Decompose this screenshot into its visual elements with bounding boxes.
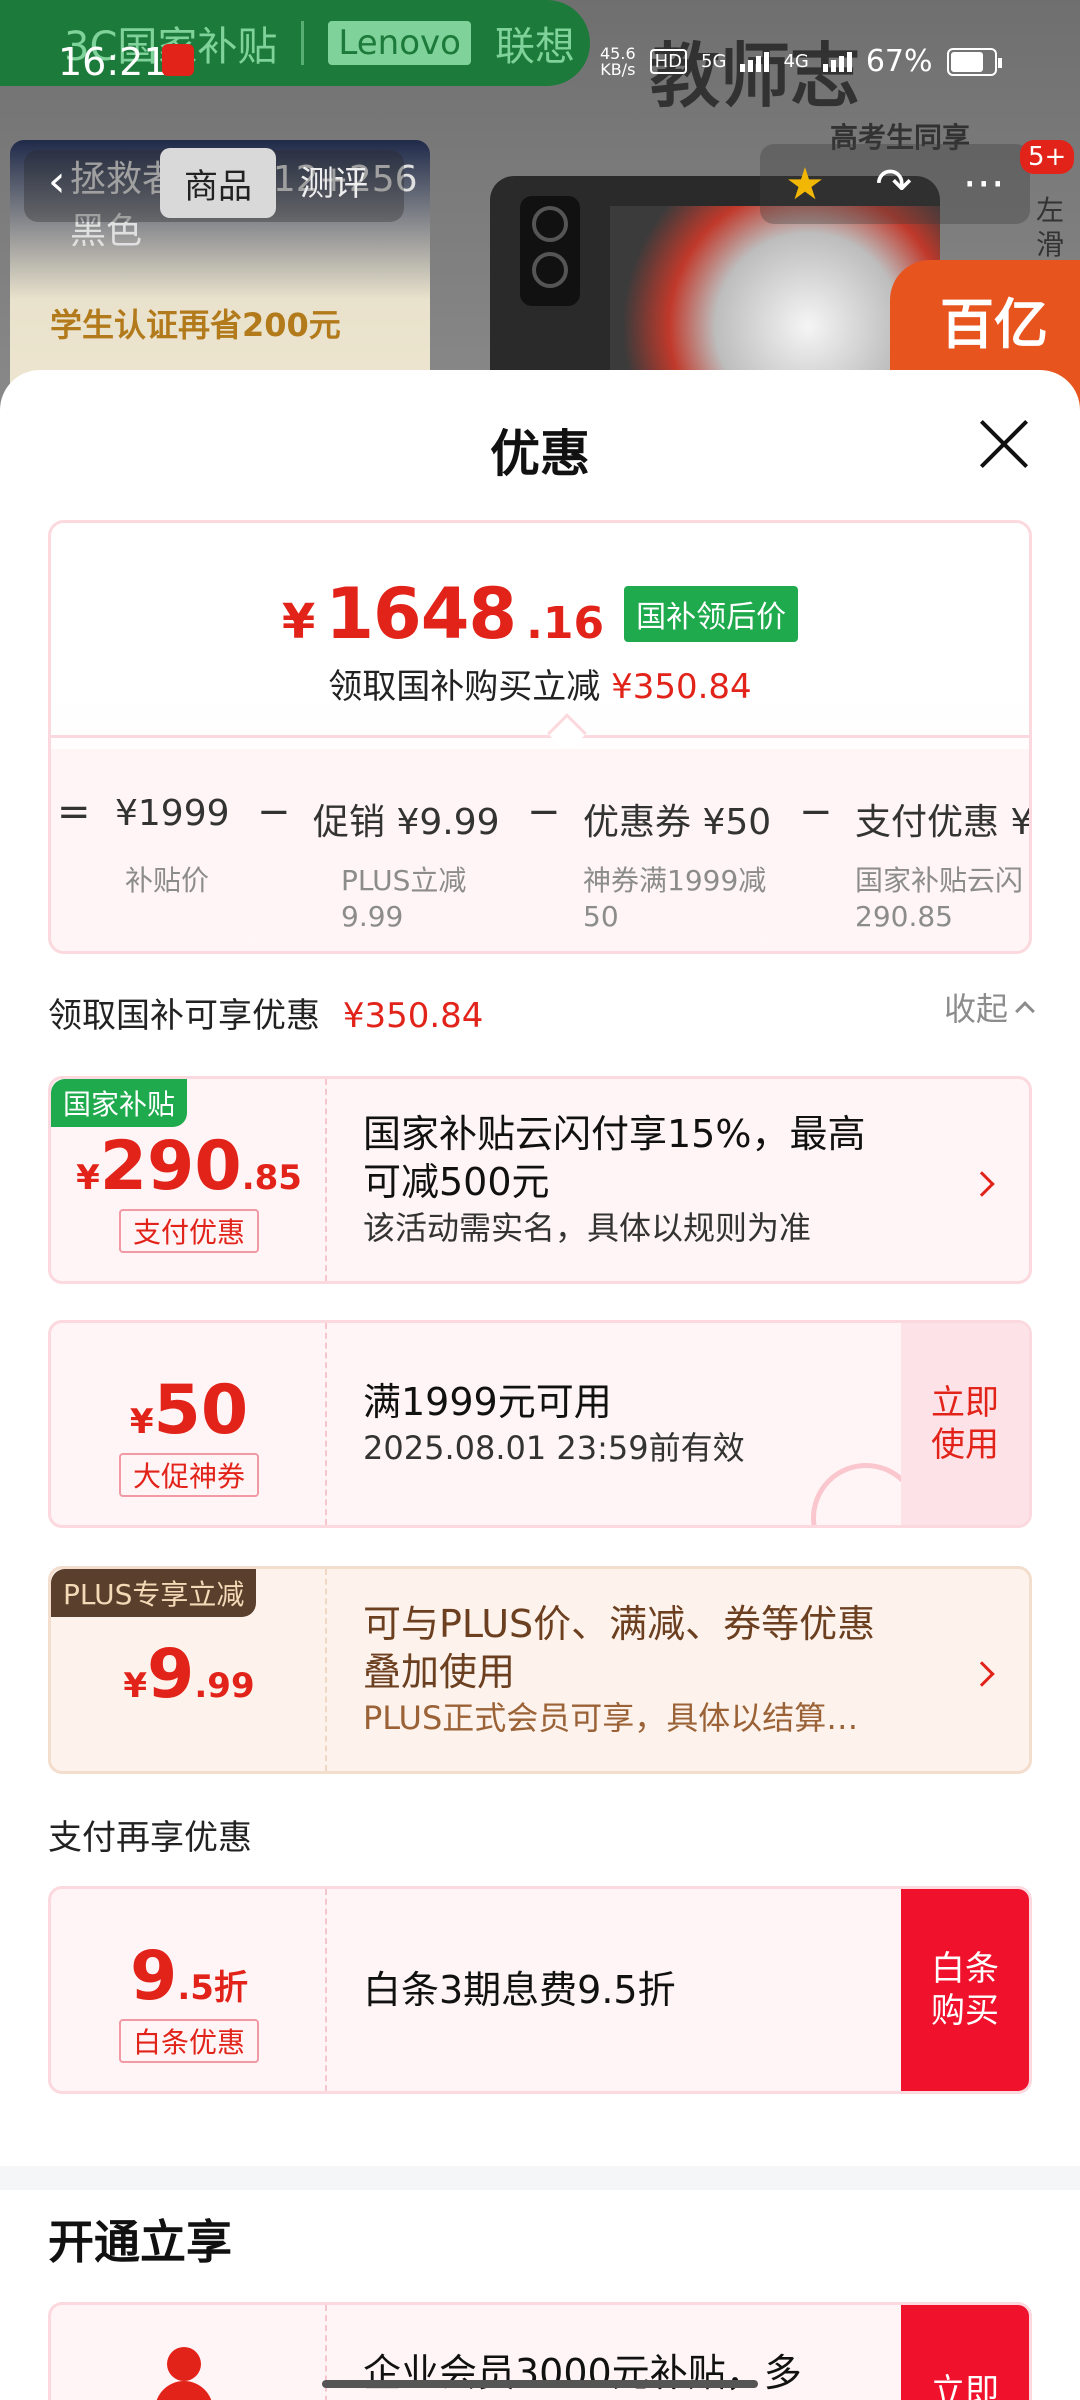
use-now-button[interactable]: 立即 使用 bbox=[901, 1323, 1029, 1525]
coupon-title-2: 叠加使用 bbox=[363, 1650, 516, 1694]
coupon-desc: 国家补贴云闪付享15%，最高 可减500元 该活动需实名，具体以规则为准 bbox=[363, 1079, 865, 1281]
signal-5g-label: 5G bbox=[701, 51, 727, 72]
coupon-tag: 大促神券 bbox=[51, 1453, 327, 1497]
chevron-right-icon[interactable] bbox=[969, 1661, 995, 1687]
breakdown-value: 支付优惠 ¥ bbox=[855, 802, 1032, 843]
user-icon bbox=[149, 2347, 219, 2400]
breakdown-label: PLUS立减 bbox=[341, 864, 467, 897]
coupon-desc: 白条3期息费9.5折 bbox=[363, 1889, 676, 2091]
signal-icon bbox=[740, 51, 770, 72]
section-discounts: 领取国补可享优惠 ¥350.84 收起 bbox=[48, 988, 1035, 1037]
price-currency: ¥ bbox=[281, 594, 316, 650]
coupon-card-baitiao[interactable]: 9.5折 白条优惠 白条3期息费9.5折 白条 购买 bbox=[48, 1886, 1032, 2094]
minus-sign: − bbox=[257, 789, 291, 835]
coupon-amount: 9.5折 bbox=[130, 1937, 248, 2016]
status-right: 45.6 KB/s HD 5G 4G 67% bbox=[600, 43, 1002, 79]
battery-icon bbox=[946, 47, 1002, 76]
price-integer: 1648 bbox=[325, 573, 517, 655]
share-icon[interactable]: ↷ bbox=[875, 159, 912, 210]
open-now-button[interactable]: 立即 bbox=[901, 2305, 1029, 2400]
net-speed: 45.6 KB/s bbox=[600, 43, 636, 79]
coupon-title: 企业会员3000元补贴，多 bbox=[363, 2351, 802, 2395]
saving-label: 领取国补购买立减 bbox=[328, 667, 601, 707]
breakdown-value: 促销 ¥9.99 bbox=[313, 802, 500, 843]
final-price: ¥ 1648 .16 国补领后价 bbox=[51, 573, 1029, 655]
baitiao-buy-button[interactable]: 白条 购买 bbox=[901, 1889, 1029, 2091]
coupon-amount: ¥50 bbox=[129, 1371, 249, 1450]
status-bar: 16:21 45.6 KB/s HD 5G 4G 67% bbox=[0, 0, 1080, 120]
coupon-tag: 支付优惠 bbox=[51, 1209, 327, 1253]
breakdown-label: 国家补贴云闪 bbox=[855, 864, 1024, 897]
price-summary: ¥ 1648 .16 国补领后价 领取国补购买立减 ¥350.84 = ¥199… bbox=[48, 520, 1032, 954]
section-pay: 支付再享优惠 bbox=[48, 1810, 1032, 1859]
back-icon[interactable]: ‹ bbox=[48, 156, 66, 207]
coupon-title: 白条3期息费9.5折 bbox=[363, 1968, 676, 2012]
price-decimal: .16 bbox=[526, 598, 605, 649]
tab-goods[interactable]: 商品 bbox=[160, 148, 276, 218]
collapse-button[interactable]: 收起 bbox=[944, 984, 1035, 1030]
hd-icon: HD bbox=[649, 49, 688, 74]
jd-app-icon bbox=[162, 44, 194, 76]
chevron-up-icon bbox=[1015, 1001, 1035, 1021]
coupon-title-2: 可减500元 bbox=[363, 1160, 550, 1204]
signal-4g-label: 4G bbox=[783, 51, 809, 72]
breakdown-label-2: 50 bbox=[583, 900, 619, 933]
breakdown-value: ¥1999 bbox=[115, 793, 230, 834]
coupon-title: 国家补贴云闪付享15%，最高 bbox=[363, 1112, 866, 1156]
signal-icon-2 bbox=[822, 51, 852, 72]
message-count-badge: 5+ bbox=[1020, 140, 1075, 174]
coupon-desc: 可与PLUS价、满减、券等优惠 叠加使用 PLUS正式会员可享，具体以结算… bbox=[363, 1569, 875, 1771]
section-amount: ¥350.84 bbox=[342, 996, 484, 1036]
price-breakdown: = ¥1999 补贴价 − 促销 ¥9.99 PLUS立减 9.99 − 优惠券… bbox=[51, 749, 1029, 939]
section-label: 支付再享优惠 bbox=[48, 1818, 252, 1858]
close-icon[interactable] bbox=[978, 418, 1030, 470]
swipe-left-hint: 左滑 bbox=[1036, 194, 1065, 261]
tab-review[interactable]: 测评 bbox=[300, 156, 368, 205]
coupon-title: 可与PLUS价、满减、券等优惠 bbox=[363, 1602, 876, 1646]
coupon-amount: ¥290.85 bbox=[76, 1127, 302, 1206]
chevron-right-icon[interactable] bbox=[969, 1171, 995, 1197]
more-icon[interactable]: ··· bbox=[963, 159, 1005, 210]
coupon-amount: ¥9.99 bbox=[123, 1635, 255, 1714]
status-time: 16:21 bbox=[58, 40, 168, 84]
camera-module bbox=[520, 196, 580, 306]
action-buttons: ★ ↷ ··· bbox=[760, 144, 1030, 224]
coupon-card-national[interactable]: 国家补贴 ¥290.85 支付优惠 国家补贴云闪付享15%，最高 可减500元 … bbox=[48, 1076, 1032, 1284]
open-section-title: 开通立享 bbox=[48, 2215, 232, 2269]
coupon-title: 满1999元可用 bbox=[363, 1380, 612, 1424]
breakdown-value: 优惠券 ¥50 bbox=[583, 802, 772, 843]
home-indicator[interactable] bbox=[322, 2380, 758, 2388]
section-label: 领取国补可享优惠 bbox=[48, 996, 320, 1036]
coupon-sub: PLUS正式会员可享，具体以结算… bbox=[363, 1699, 859, 1737]
coupon-card-promo[interactable]: ¥50 大促神券 满1999元可用 2025.08.01 23:59前有效 立即… bbox=[48, 1320, 1032, 1528]
breakdown-label: 神券满1999减 bbox=[583, 864, 767, 897]
discount-sheet: 优惠 ¥ 1648 .16 国补领后价 领取国补购买立减 ¥350.84 = ¥… bbox=[0, 370, 1080, 2400]
sheet-title: 优惠 bbox=[490, 425, 590, 483]
divider bbox=[51, 735, 1029, 738]
breakdown-label: 补贴价 bbox=[125, 864, 210, 897]
coupon-sub: 该活动需实名，具体以规则为准 bbox=[363, 1209, 812, 1247]
favorite-star-icon[interactable]: ★ bbox=[785, 159, 824, 210]
coupon-tag: 白条优惠 bbox=[51, 2019, 327, 2063]
equals-sign: = bbox=[57, 789, 91, 835]
minus-sign: − bbox=[527, 789, 561, 835]
breakdown-label-2: 9.99 bbox=[341, 900, 404, 933]
coupon-sub: 2025.08.01 23:59前有效 bbox=[363, 1429, 745, 1467]
breakdown-label-2: 290.85 bbox=[855, 900, 953, 933]
coupon-card-plus[interactable]: PLUS专享立减 ¥9.99 可与PLUS价、满减、券等优惠 叠加使用 PLUS… bbox=[48, 1566, 1032, 1774]
ad-subtitle: 学生认证再省200元 bbox=[50, 306, 341, 344]
pointer-arrow bbox=[547, 713, 587, 753]
minus-sign: − bbox=[799, 789, 833, 835]
saving-amount: ¥350.84 bbox=[611, 667, 752, 707]
battery-percent: 67% bbox=[865, 44, 933, 79]
price-tag: 国补领后价 bbox=[624, 586, 799, 642]
section-separator bbox=[0, 2166, 1080, 2190]
price-saving: 领取国补购买立减 ¥350.84 bbox=[51, 659, 1029, 708]
coupon-desc: 满1999元可用 2025.08.01 23:59前有效 bbox=[363, 1323, 745, 1525]
